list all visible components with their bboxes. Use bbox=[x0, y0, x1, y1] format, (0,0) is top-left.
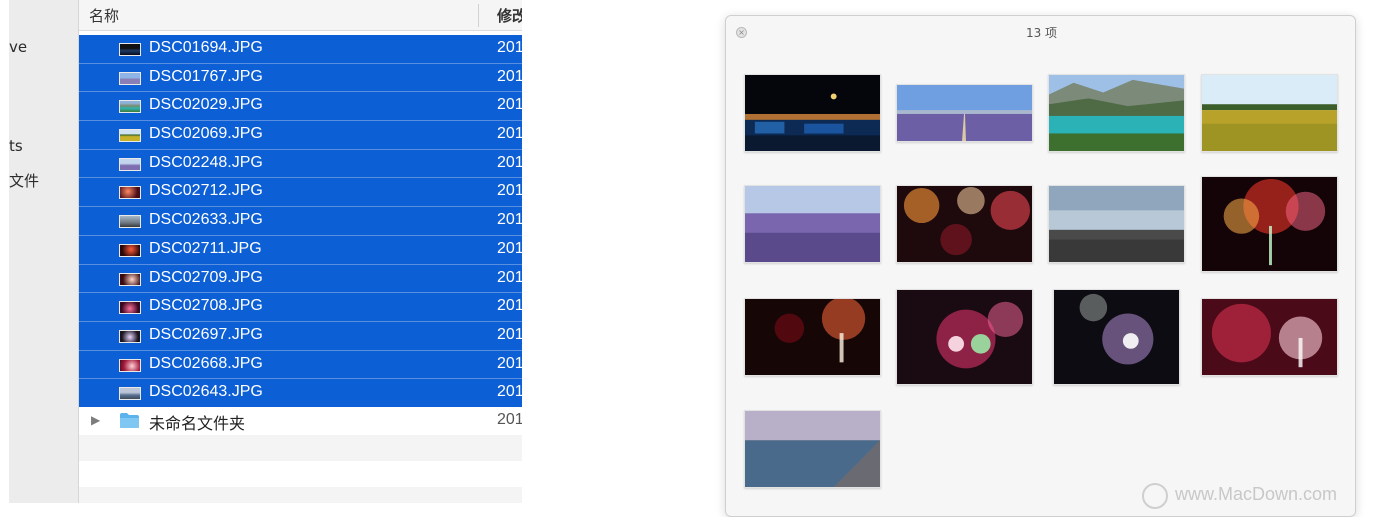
file-name: DSC02633.JPG bbox=[149, 211, 263, 229]
file-date: 201 bbox=[497, 182, 522, 200]
name-column-header[interactable]: 名称 bbox=[89, 5, 119, 26]
image-file-icon bbox=[119, 329, 141, 343]
file-row[interactable]: DSC02711.JPG 201 bbox=[79, 235, 522, 265]
empty-row bbox=[79, 435, 522, 461]
file-row[interactable]: DSC01694.JPG 201 bbox=[79, 35, 522, 64]
file-date: 201 bbox=[497, 125, 522, 143]
night-harbor-photo[interactable] bbox=[744, 74, 881, 152]
file-date: 201 bbox=[497, 383, 522, 401]
fireworks-photo[interactable] bbox=[1201, 176, 1338, 272]
fireworks-photo[interactable] bbox=[1053, 289, 1180, 385]
file-date: 201 bbox=[497, 153, 522, 171]
folder-date: 201 bbox=[497, 411, 522, 428]
folder-icon bbox=[119, 412, 140, 429]
window-title: 13 项 bbox=[1025, 26, 1058, 40]
modified-column-header[interactable]: 修改 bbox=[497, 5, 522, 26]
file-name: DSC02069.JPG bbox=[149, 125, 263, 143]
fireworks-photo[interactable] bbox=[1201, 298, 1338, 376]
file-date: 201 bbox=[497, 239, 522, 257]
watermark: www.MacDown.com bbox=[1175, 484, 1338, 504]
file-row[interactable]: DSC02643.JPG 201 bbox=[79, 379, 522, 408]
fireworks-photo[interactable] bbox=[896, 289, 1033, 385]
file-date: 201 bbox=[497, 96, 522, 114]
quicklook-window: × 13 项 bbox=[725, 15, 1356, 517]
file-row[interactable]: DSC02697.JPG 201 bbox=[79, 321, 522, 351]
file-row[interactable]: DSC02248.JPG 201 bbox=[79, 149, 522, 179]
image-file-icon bbox=[119, 129, 141, 143]
image-file-icon bbox=[119, 100, 141, 114]
folder-name: 未命名文件夹 bbox=[149, 414, 246, 433]
column-divider[interactable] bbox=[478, 4, 479, 27]
folder-row[interactable]: ▶ 未命名文件夹 201 bbox=[79, 407, 522, 435]
image-file-icon bbox=[119, 43, 141, 56]
file-row[interactable]: DSC02712.JPG 201 bbox=[79, 178, 522, 208]
file-row[interactable]: DSC01767.JPG 201 bbox=[79, 63, 522, 93]
image-file-icon bbox=[119, 358, 141, 372]
sunset-beach-photo[interactable] bbox=[744, 410, 881, 488]
image-file-icon bbox=[119, 301, 141, 315]
image-file-icon bbox=[119, 243, 141, 257]
file-date: 201 bbox=[497, 67, 522, 85]
file-name: DSC02711.JPG bbox=[149, 239, 262, 257]
sunflower-field-photo[interactable] bbox=[1201, 74, 1338, 152]
image-file-icon bbox=[119, 157, 141, 171]
fireworks-photo[interactable] bbox=[896, 185, 1033, 263]
file-date: 201 bbox=[497, 39, 522, 56]
sidebar-item[interactable]: ve bbox=[9, 38, 27, 56]
list-header: 名称 修改 bbox=[79, 0, 522, 31]
image-file-icon bbox=[119, 215, 141, 229]
pebble-beach-waves-photo[interactable] bbox=[1048, 185, 1185, 263]
finder-sidebar: ve ts 文件 bbox=[9, 0, 79, 503]
file-name: DSC02668.JPG bbox=[149, 354, 263, 372]
file-name: DSC01694.JPG bbox=[149, 39, 263, 56]
file-date: 201 bbox=[497, 354, 522, 372]
file-date: 201 bbox=[497, 268, 522, 286]
lavender-closeup-photo[interactable] bbox=[744, 185, 881, 263]
sidebar-item[interactable]: 文件 bbox=[9, 170, 39, 191]
image-file-icon bbox=[119, 186, 141, 200]
file-name: DSC02643.JPG bbox=[149, 383, 263, 401]
file-date: 201 bbox=[497, 211, 522, 229]
file-name: DSC02029.JPG bbox=[149, 96, 263, 114]
macdown-logo-icon bbox=[1142, 483, 1168, 509]
file-row[interactable]: DSC02708.JPG 201 bbox=[79, 293, 522, 322]
mountain-lake-photo[interactable] bbox=[1048, 74, 1185, 152]
file-name: DSC02697.JPG bbox=[149, 325, 263, 343]
file-name: DSC01767.JPG bbox=[149, 67, 263, 85]
disclosure-triangle-icon[interactable]: ▶ bbox=[91, 413, 100, 427]
file-row[interactable]: DSC02709.JPG 201 bbox=[79, 264, 522, 294]
image-file-icon bbox=[119, 387, 141, 401]
file-row[interactable]: DSC02633.JPG 201 bbox=[79, 207, 522, 236]
file-list: 名称 修改 DSC01694.JPG 201 DSC01767.JPG 201 … bbox=[79, 0, 522, 503]
file-rows: DSC01694.JPG 201 DSC01767.JPG 201 DSC020… bbox=[79, 35, 522, 408]
file-name: DSC02709.JPG bbox=[149, 268, 263, 286]
file-name: DSC02708.JPG bbox=[149, 297, 263, 315]
file-row[interactable]: DSC02668.JPG 201 bbox=[79, 350, 522, 380]
file-date: 201 bbox=[497, 297, 522, 315]
file-date: 201 bbox=[497, 325, 522, 343]
fireworks-photo[interactable] bbox=[744, 298, 881, 376]
file-row[interactable]: DSC02069.JPG 201 bbox=[79, 121, 522, 150]
finder-window: ve ts 文件 名称 修改 DSC01694.JPG 201 DSC01767… bbox=[9, 0, 522, 503]
image-file-icon bbox=[119, 272, 141, 286]
file-name: DSC02712.JPG bbox=[149, 182, 263, 200]
sidebar-item[interactable]: ts bbox=[9, 137, 23, 155]
file-name: DSC02248.JPG bbox=[149, 153, 263, 171]
empty-row bbox=[79, 487, 522, 503]
image-file-icon bbox=[119, 71, 141, 85]
file-row[interactable]: DSC02029.JPG 201 bbox=[79, 92, 522, 122]
lavender-field-horizon-photo[interactable] bbox=[896, 84, 1033, 142]
